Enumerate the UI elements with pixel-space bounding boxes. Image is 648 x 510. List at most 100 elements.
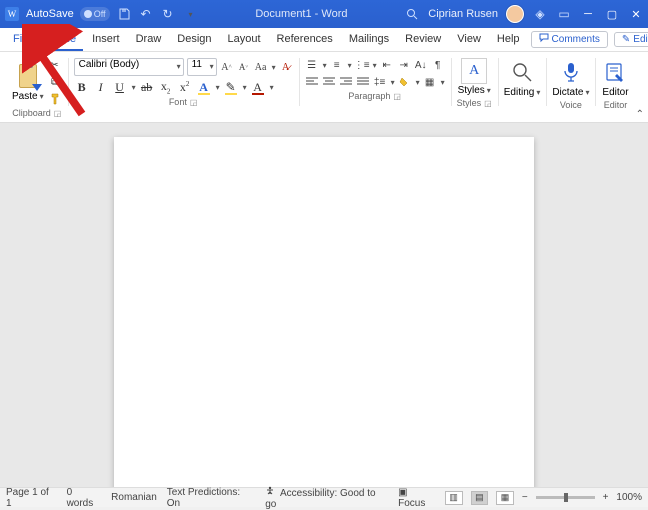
tab-design[interactable]: Design bbox=[170, 28, 218, 51]
bullets-icon[interactable]: ☰ bbox=[305, 58, 319, 72]
comments-button[interactable]: Comments bbox=[531, 31, 608, 48]
dialog-launcher-icon[interactable]: ◲ bbox=[54, 109, 62, 118]
strikethrough-button[interactable]: ab bbox=[139, 80, 155, 95]
italic-button[interactable]: I bbox=[93, 80, 109, 95]
title-bar: W AutoSave Off ↶ ↻ ▾ Document1 - Word Ci… bbox=[0, 0, 648, 28]
highlight-button[interactable]: ✎ bbox=[223, 80, 239, 95]
tab-mailings[interactable]: Mailings bbox=[342, 28, 396, 51]
tab-file[interactable]: File bbox=[6, 28, 38, 51]
user-avatar[interactable] bbox=[506, 5, 524, 23]
font-size-select[interactable]: 11▾ bbox=[187, 58, 217, 76]
tab-review[interactable]: Review bbox=[398, 28, 448, 51]
zoom-in-button[interactable]: + bbox=[603, 492, 609, 503]
qat-customize-icon[interactable]: ▾ bbox=[183, 6, 199, 22]
change-case-icon[interactable]: Aa bbox=[254, 60, 268, 74]
increase-indent-icon[interactable]: ⇥ bbox=[397, 58, 411, 72]
dialog-launcher-icon[interactable]: ◲ bbox=[393, 92, 401, 101]
group-editor: Editor Editor bbox=[595, 56, 635, 120]
grow-font-icon[interactable]: A˄ bbox=[220, 60, 234, 74]
dialog-launcher-icon[interactable]: ◲ bbox=[190, 98, 198, 107]
tab-insert[interactable]: Insert bbox=[85, 28, 127, 51]
tab-home[interactable]: Home bbox=[40, 28, 83, 51]
web-layout-icon[interactable]: ▦ bbox=[496, 491, 514, 505]
ribbon-tabs: File Home Insert Draw Design Layout Refe… bbox=[0, 28, 648, 52]
print-layout-icon[interactable]: ▤ bbox=[471, 491, 489, 505]
find-icon[interactable] bbox=[508, 58, 536, 86]
autosave-label: AutoSave bbox=[26, 8, 74, 20]
microphone-icon[interactable] bbox=[557, 58, 585, 86]
zoom-out-button[interactable]: − bbox=[522, 492, 528, 503]
format-painter-icon[interactable] bbox=[48, 92, 62, 106]
shading-icon[interactable] bbox=[398, 75, 412, 89]
align-right-icon[interactable] bbox=[339, 75, 353, 89]
paragraph-group-label: Paragraph bbox=[348, 91, 390, 101]
borders-icon[interactable]: ▦ bbox=[423, 75, 437, 89]
search-icon[interactable] bbox=[404, 6, 420, 22]
styles-gallery-icon[interactable]: A bbox=[461, 58, 487, 84]
multilevel-list-icon[interactable]: ⋮≡ bbox=[355, 58, 369, 72]
user-name: Ciprian Rusen bbox=[428, 8, 498, 20]
document-page[interactable] bbox=[114, 137, 534, 487]
styles-button[interactable]: Styles▾ bbox=[458, 85, 491, 96]
bold-button[interactable]: B bbox=[74, 80, 90, 95]
line-spacing-icon[interactable]: ‡≡ bbox=[373, 75, 387, 89]
font-family-select[interactable]: Calibri (Body)▾ bbox=[74, 58, 184, 76]
show-marks-icon[interactable]: ¶ bbox=[431, 58, 445, 72]
justify-icon[interactable] bbox=[356, 75, 370, 89]
subscript-button[interactable]: x2 bbox=[158, 79, 174, 95]
paste-button[interactable]: Paste▾ bbox=[12, 91, 44, 102]
svg-text:W: W bbox=[8, 9, 17, 19]
zoom-slider[interactable] bbox=[536, 496, 595, 499]
zoom-percent[interactable]: 100% bbox=[616, 492, 642, 503]
superscript-button[interactable]: x2 bbox=[177, 80, 193, 95]
tab-view[interactable]: View bbox=[450, 28, 488, 51]
sort-icon[interactable]: A↓ bbox=[414, 58, 428, 72]
decrease-indent-icon[interactable]: ⇤ bbox=[380, 58, 394, 72]
underline-button[interactable]: U bbox=[112, 80, 128, 95]
text-predictions-status[interactable]: Text Predictions: On bbox=[167, 487, 255, 509]
numbering-icon[interactable]: ≡ bbox=[330, 58, 344, 72]
word-count[interactable]: 0 words bbox=[67, 487, 102, 509]
accessibility-status[interactable]: Accessibility: Good to go bbox=[265, 486, 388, 510]
focus-mode-button[interactable]: ▣ Focus bbox=[398, 487, 437, 509]
undo-icon[interactable]: ↶ bbox=[138, 6, 154, 22]
tab-draw[interactable]: Draw bbox=[129, 28, 169, 51]
page-indicator[interactable]: Page 1 of 1 bbox=[6, 487, 57, 509]
dictate-button[interactable]: Dictate▾ bbox=[552, 87, 589, 98]
tab-help[interactable]: Help bbox=[490, 28, 527, 51]
editor-icon[interactable] bbox=[601, 58, 629, 86]
read-mode-icon[interactable]: ▥ bbox=[445, 491, 463, 505]
language-indicator[interactable]: Romanian bbox=[111, 492, 157, 503]
minimize-button[interactable]: ─ bbox=[580, 8, 596, 20]
paste-icon[interactable] bbox=[15, 62, 41, 90]
collapse-ribbon-icon[interactable]: ⌃ bbox=[636, 109, 644, 120]
ribbon-display-icon[interactable]: ▭ bbox=[556, 6, 572, 22]
align-center-icon[interactable] bbox=[322, 75, 336, 89]
text-effects-button[interactable]: A bbox=[196, 80, 212, 95]
tab-layout[interactable]: Layout bbox=[221, 28, 268, 51]
ribbon: Paste▾ ✂ ⧉ Clipboard◲ Calibri (Body)▾ bbox=[0, 52, 648, 123]
copy-icon[interactable]: ⧉ bbox=[48, 75, 62, 89]
autosave-toggle[interactable]: Off bbox=[80, 7, 110, 21]
clear-formatting-icon[interactable]: A̷ bbox=[279, 60, 293, 74]
align-left-icon[interactable] bbox=[305, 75, 319, 89]
dialog-launcher-icon[interactable]: ◲ bbox=[484, 99, 492, 108]
close-button[interactable]: ✕ bbox=[628, 8, 644, 21]
coming-soon-icon[interactable]: ◈ bbox=[532, 6, 548, 22]
focus-icon: ▣ bbox=[398, 487, 407, 498]
editing-button[interactable]: Editing▾ bbox=[504, 87, 541, 98]
maximize-button[interactable]: ▢ bbox=[604, 8, 620, 21]
font-color-button[interactable]: A bbox=[250, 80, 266, 95]
group-font: Calibri (Body)▾ 11▾ A˄ A˅ Aa ▾ A̷ B I U▾… bbox=[68, 56, 299, 120]
styles-group-label: Styles bbox=[457, 98, 482, 108]
shrink-font-icon[interactable]: A˅ bbox=[237, 60, 251, 74]
save-icon[interactable] bbox=[116, 6, 132, 22]
redo-icon[interactable]: ↻ bbox=[160, 6, 176, 22]
editing-mode-button[interactable]: ✎ Editing ▾ bbox=[614, 32, 648, 47]
document-title: Document1 - Word bbox=[199, 8, 405, 20]
cut-icon[interactable]: ✂ bbox=[48, 58, 62, 72]
tab-references[interactable]: References bbox=[270, 28, 340, 51]
word-app-icon: W bbox=[4, 6, 20, 22]
comments-label: Comments bbox=[552, 34, 600, 45]
editor-button[interactable]: Editor bbox=[602, 87, 628, 98]
